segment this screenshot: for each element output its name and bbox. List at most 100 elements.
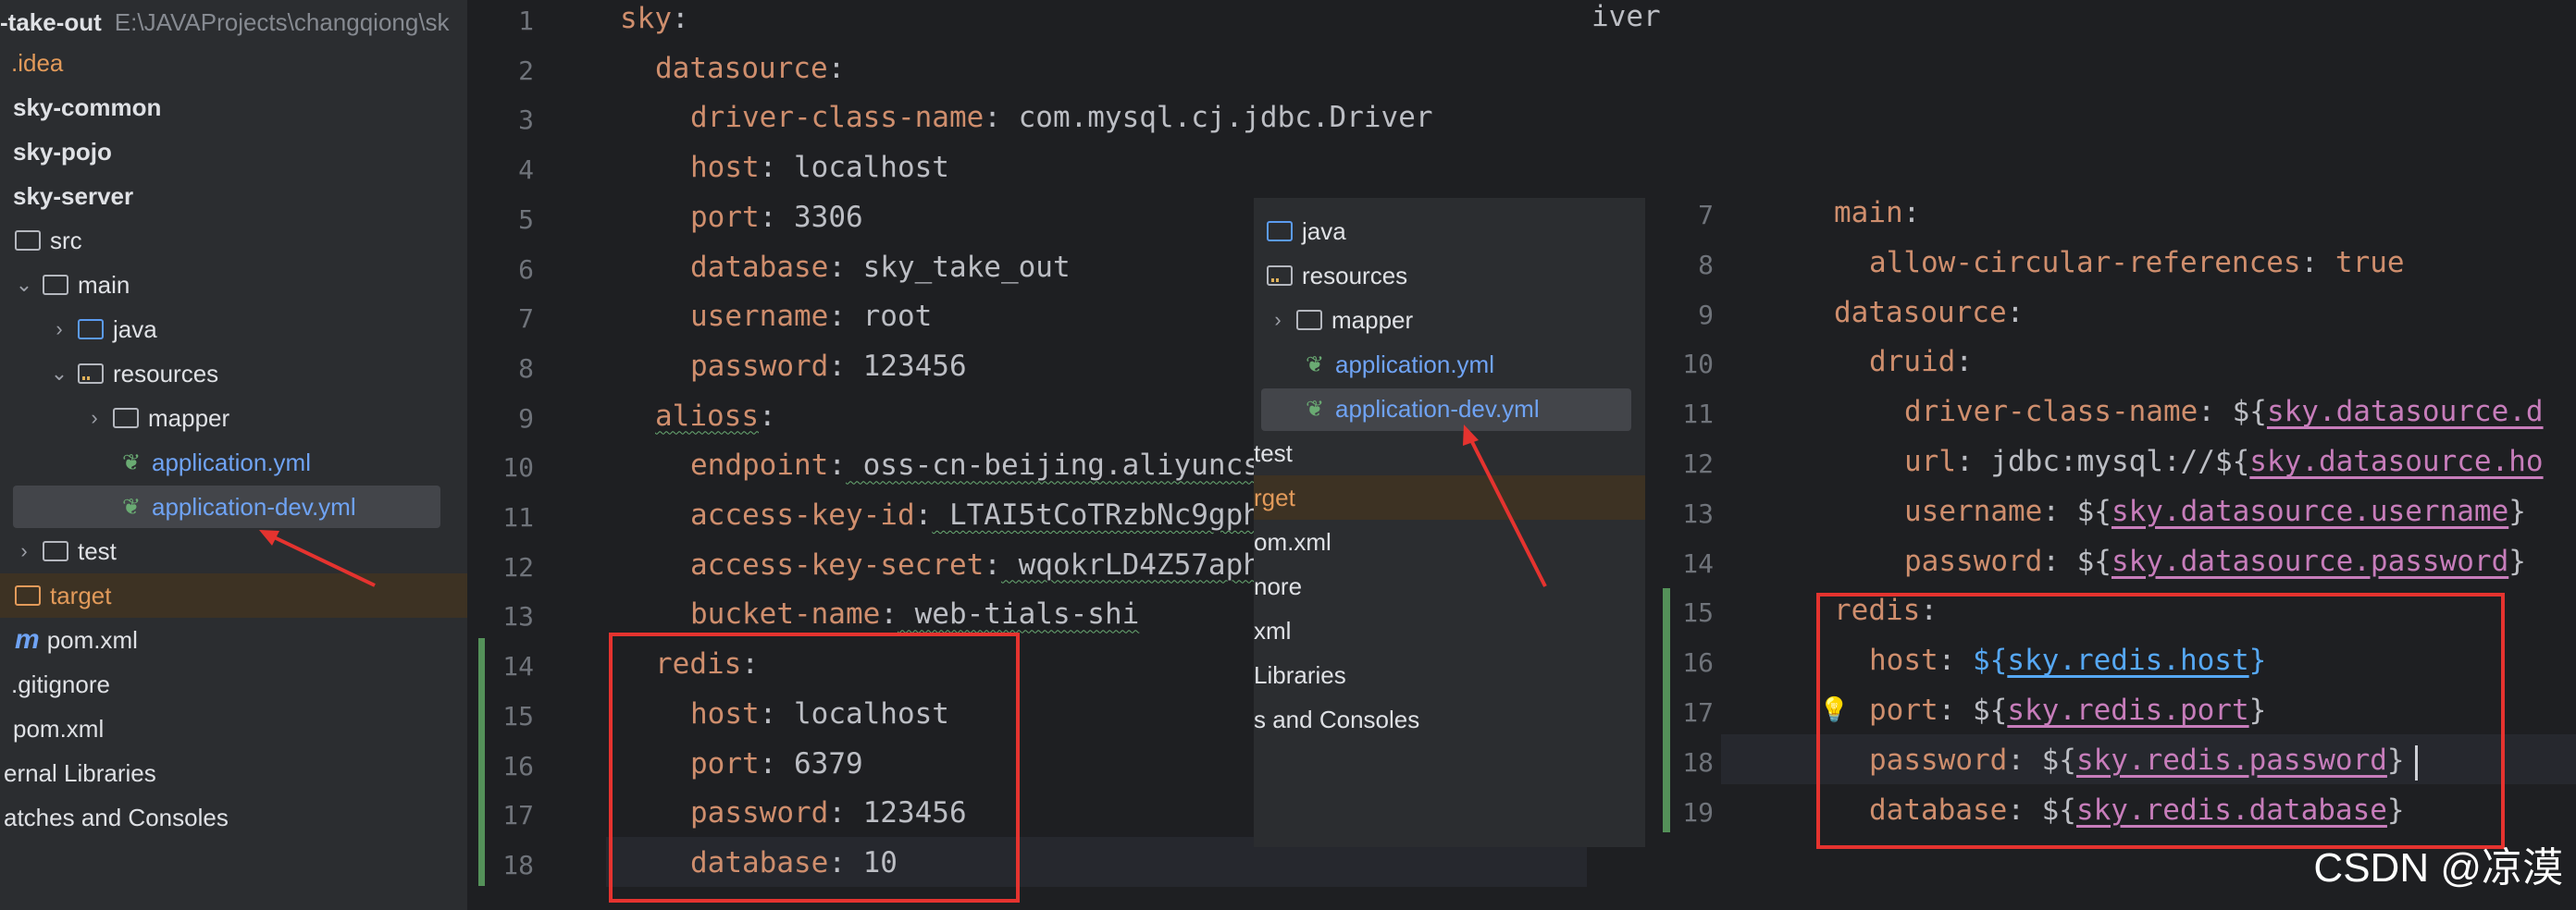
yaml-separator: : [2042,544,2077,578]
yaml-value: web-tials-shi [897,597,1140,632]
yaml-separator: : [914,498,933,532]
yaml-separator: : [1955,345,1973,379]
yaml-value: LTAI5tCoTRzbNc9gph [932,498,1260,532]
line-number: 16 [1682,647,1714,679]
line-number: 15 [502,700,534,732]
yaml-separator: : [984,547,1001,582]
yaml-value: com.mysql.cj.jdbc.Driver [1000,101,1433,135]
yaml-value: ${ [2076,494,2112,528]
line-number: 7 [518,303,534,335]
property-reference[interactable]: sky.datasource.username [2112,495,2508,528]
property-reference[interactable]: sky.datasource.d [2267,395,2544,428]
yaml-separator: : [758,399,776,433]
line-number: 9 [1698,299,1714,330]
fragment-text: iver [1591,0,1661,33]
background-fragment: iver [1591,0,2054,198]
yaml-separator: : [827,51,846,85]
yaml-separator: : [759,151,777,185]
yaml-key: main [1834,196,1903,229]
code-line[interactable]: datasource: [1834,296,2024,329]
yaml-key: username [690,300,829,334]
yaml-key: alioss [655,399,759,433]
code-line[interactable]: host: localhost [690,151,949,184]
yaml-key: host [690,151,760,185]
line-number: 13 [1682,498,1714,529]
yaml-key: datasource [655,51,828,85]
code-line[interactable]: druid: [1869,345,1973,378]
code-line[interactable]: alioss: [655,400,776,433]
yaml-separator: : [984,101,1001,135]
line-number: 9 [518,402,534,434]
yaml-value-suffix: } [2508,494,2526,528]
property-reference[interactable]: sky.datasource.ho [2249,445,2543,478]
yaml-separator: : [2006,295,2025,329]
line-number: 12 [502,551,534,583]
yaml-key: password [1904,544,2043,578]
code-line[interactable]: password: ${sky.datasource.password} [1904,545,2526,578]
yaml-value: ${ [2232,395,2267,429]
annotation-arrow [1463,424,1547,587]
yaml-separator: : [1956,445,1991,478]
yaml-key: port [690,200,760,234]
yaml-key: druid [1869,345,1956,379]
yaml-separator: : [828,300,846,334]
yaml-separator: : [828,349,846,383]
line-number: 16 [502,750,534,781]
code-line[interactable]: main: [1834,196,1920,229]
line-number: 4 [518,154,534,186]
line-number: 11 [1682,399,1714,430]
code-line[interactable]: endpoint: oss-cn-beijing.aliyuncs [690,449,1260,482]
yaml-separator: : [880,597,898,632]
code-line[interactable]: driver-class-name: ${sky.datasource.d [1904,395,2544,428]
code-line[interactable]: username: root [690,300,932,333]
line-number: 17 [502,800,534,831]
project-tree-panel: -take-out E:\JAVAProjects\changqiong\sk … [0,0,467,910]
yaml-value: root [845,300,933,334]
yaml-key: database [690,250,829,284]
code-line[interactable]: sky: [620,2,689,35]
yaml-key: bucket-name [690,597,881,632]
code-line[interactable]: password: 123456 [690,350,967,383]
yaml-key: datasource [1834,295,2007,329]
yaml-key: access-key-id [690,498,915,532]
code-line[interactable]: url: jdbc:mysql://${sky.datasource.ho [1904,445,2544,478]
yaml-key: driver-class-name [1904,395,2198,429]
yaml-value: 3306 [776,200,863,234]
yaml-value: localhost [776,151,949,185]
line-number: 1 [518,6,534,36]
yaml-key: sky [620,2,672,35]
yaml-key: url [1904,445,1956,478]
yaml-separator: : [828,250,846,284]
code-line[interactable]: driver-class-name: com.mysql.cj.jdbc.Dri… [690,101,1433,134]
yaml-separator: : [2042,494,2077,528]
yaml-key: access-key-secret [690,547,985,582]
code-line[interactable]: access-key-secret: wqokrLD4Z57aph [690,548,1260,582]
line-number: 5 [518,203,534,235]
line-number: 18 [502,849,534,880]
line-number: 11 [502,502,534,533]
line-number: 10 [1682,349,1714,380]
yaml-key: driver-class-name [690,101,985,135]
yaml-value: 123456 [845,349,967,383]
property-reference[interactable]: sky.datasource.password [2112,545,2508,578]
code-line[interactable]: bucket-name: web-tials-shi [690,597,1139,631]
watermark: CSDN @凉漠 [2313,845,2563,891]
annotation-box-right [1816,593,2505,849]
code-line[interactable]: database: sky_take_out [690,251,1071,284]
yaml-separator: : [672,2,689,35]
line-number: 3 [518,105,534,136]
line-number: 18 [1682,746,1714,778]
yaml-separator: : [828,449,846,483]
code-line[interactable]: access-key-id: LTAI5tCoTRzbNc9gph [690,498,1260,532]
code-line[interactable]: port: 3306 [690,201,863,234]
annotation-arrow [259,530,376,587]
line-number: 2 [518,55,534,86]
yaml-separator: : [1902,196,1921,229]
line-number: 7 [1698,200,1714,230]
code-line[interactable]: username: ${sky.datasource.username} [1904,495,2526,528]
code-line[interactable]: allow-circular-references: true [1869,246,2405,279]
yaml-value: oss-cn-beijing.aliyuncs [845,449,1260,483]
yaml-key: allow-circular-references [1869,245,2301,279]
code-line[interactable]: datasource: [655,52,845,85]
annotation-box-left [609,633,1020,903]
